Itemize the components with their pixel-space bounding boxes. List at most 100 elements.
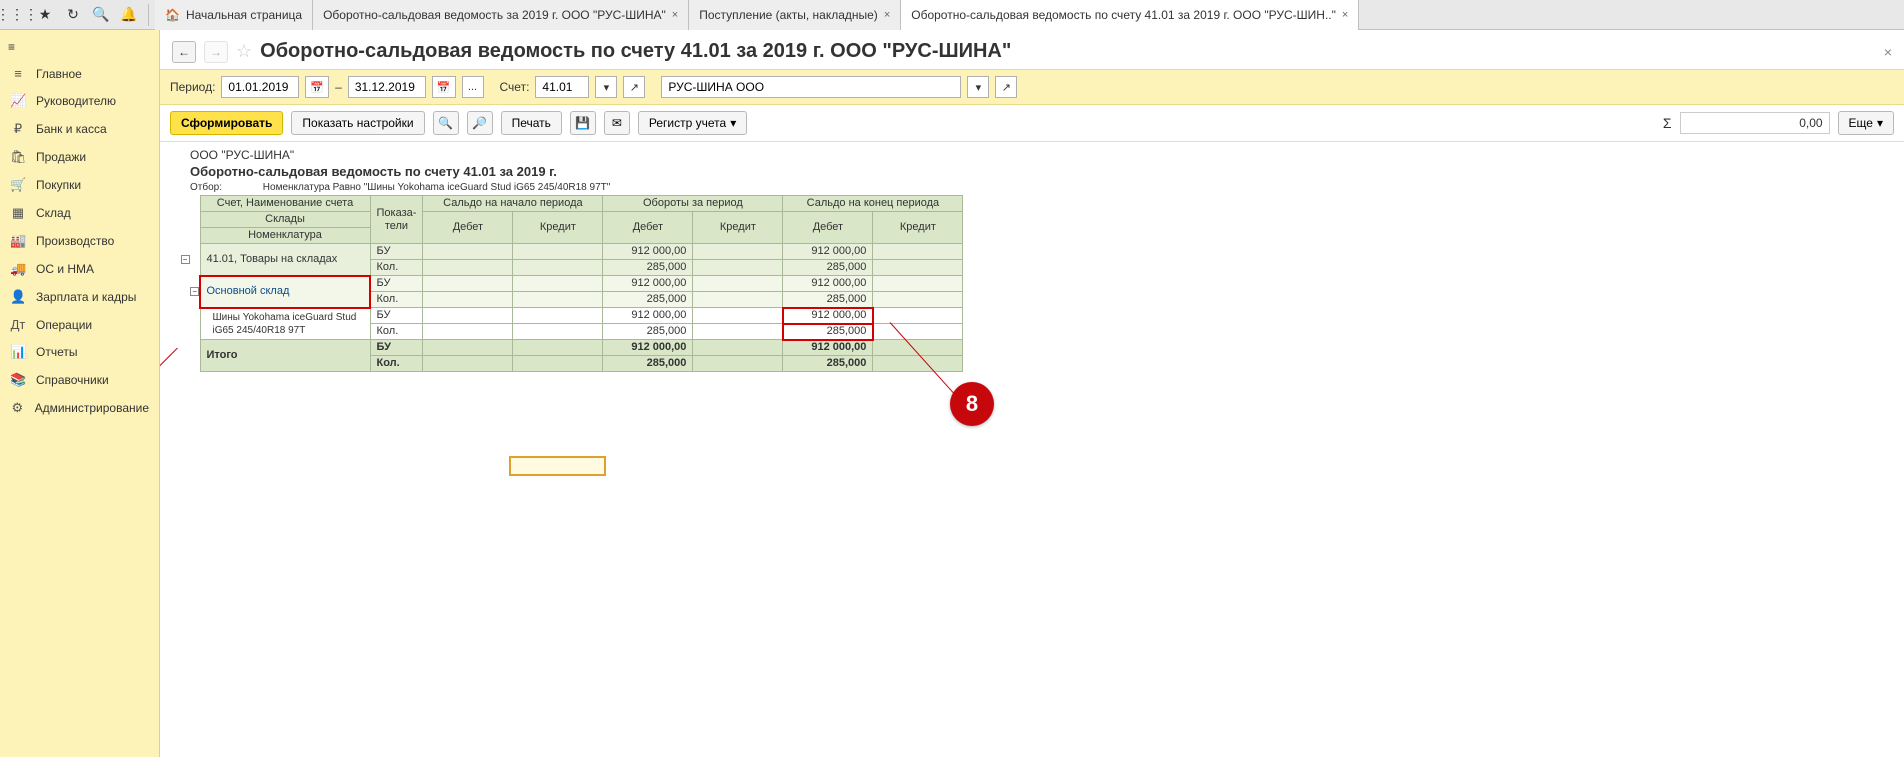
account-input[interactable]: [535, 76, 589, 98]
cell-qty: Кол.: [370, 324, 423, 340]
sidebar-item-manager[interactable]: 📈Руководителю: [0, 87, 159, 115]
tab-osv-4101[interactable]: Оборотно-сальдовая ведомость по счету 41…: [901, 0, 1359, 30]
sidebar-item-label: Операции: [36, 318, 92, 332]
close-icon[interactable]: ×: [1342, 9, 1348, 21]
sidebar-item-main[interactable]: ≡Главное: [0, 60, 159, 87]
row-4101-bu[interactable]: − 41.01, Товары на складах БУ 912 000,00…: [180, 244, 963, 260]
filter-label: Отбор:: [190, 182, 260, 193]
close-icon[interactable]: ×: [672, 9, 678, 21]
tab-osv-2019[interactable]: Оборотно-сальдовая ведомость за 2019 г. …: [313, 0, 689, 30]
period-picker-button[interactable]: ...: [462, 76, 484, 98]
sidebar-item-label: Продажи: [36, 150, 86, 164]
star-icon[interactable]: ★: [32, 2, 58, 28]
sum-sign: Σ: [1663, 115, 1672, 131]
org-input[interactable]: [661, 76, 961, 98]
sidebar-item-references[interactable]: 📚Справочники: [0, 366, 159, 394]
find-button[interactable]: 🔍: [433, 111, 459, 135]
close-page-icon[interactable]: ×: [1884, 44, 1892, 60]
bars-icon: 📊: [10, 344, 26, 360]
th-begin: Сальдо на начало периода: [423, 196, 603, 212]
tab-receipt[interactable]: Поступление (акты, накладные) ×: [689, 0, 901, 30]
bell-icon[interactable]: 🔔: [116, 2, 142, 28]
row-item-bu[interactable]: Шины Yokohama iceGuard Stud iG65 245/40R…: [180, 308, 963, 324]
tab-home[interactable]: 🏠 Начальная страница: [155, 0, 313, 30]
cell-val: 285,000: [603, 292, 693, 308]
cell-main-wh: Основной склад: [200, 276, 370, 308]
calendar-to-icon[interactable]: 📅: [432, 76, 456, 98]
sidebar-item-reports[interactable]: 📊Отчеты: [0, 338, 159, 366]
show-settings-button[interactable]: Показать настройки: [291, 111, 424, 135]
find-next-button[interactable]: 🔎: [467, 111, 493, 135]
more-button[interactable]: Еще ▾: [1838, 111, 1894, 135]
filter-bar: Период: 📅 – 📅 ... Счет: ▾ ↗ ▾ ↗: [160, 69, 1904, 105]
history-icon[interactable]: ↻: [60, 2, 86, 28]
sidebar-item-purchases[interactable]: 🛒Покупки: [0, 171, 159, 199]
register-button[interactable]: Регистр учета ▾: [638, 111, 747, 135]
th-debit1: Дебет: [423, 212, 513, 244]
sidebar-item-sales[interactable]: 🛍 Продажи: [0, 143, 159, 171]
print-button[interactable]: Печать: [501, 111, 562, 135]
collapse-icon[interactable]: −: [190, 287, 199, 296]
date-to-input[interactable]: [348, 76, 426, 98]
report-table: Счет, Наименование счета Показа- тели Са…: [180, 195, 963, 372]
show-settings-label: Показать настройки: [302, 116, 413, 130]
sidebar-item-label: Справочники: [36, 373, 109, 387]
th-credit1: Кредит: [513, 212, 603, 244]
cell-val: 285,000: [783, 292, 873, 308]
cell-val: 912 000,00: [783, 244, 873, 260]
cell-qty: Кол.: [370, 260, 423, 276]
layout: ≡ ≡Главное 📈Руководителю ₽Банк и касса 🛍…: [0, 30, 1904, 757]
cell-val: 285,000: [783, 260, 873, 276]
forward-button[interactable]: →: [204, 41, 228, 63]
sidebar-item-assets[interactable]: 🚚ОС и НМА: [0, 255, 159, 283]
back-button[interactable]: ←: [172, 41, 196, 63]
search-icon[interactable]: 🔍: [88, 2, 114, 28]
user-icon: 👤: [10, 289, 26, 305]
print-label: Печать: [512, 116, 551, 130]
cell-bu: БУ: [370, 276, 423, 292]
mail-button[interactable]: ✉: [604, 111, 630, 135]
dash: –: [335, 80, 342, 94]
collapse-icon[interactable]: −: [181, 255, 190, 264]
sidebar-item-salary[interactable]: 👤Зарплата и кадры: [0, 283, 159, 311]
register-label: Регистр учета: [649, 116, 726, 130]
sidebar-item-operations[interactable]: ДтОперации: [0, 311, 159, 338]
sidebar: ≡ ≡Главное 📈Руководителю ₽Банк и касса 🛍…: [0, 30, 160, 757]
callout-line-9: [160, 348, 178, 398]
page-title: Оборотно-сальдовая ведомость по счету 41…: [260, 40, 1011, 63]
sidebar-item-production[interactable]: 🏭Производство: [0, 227, 159, 255]
report-header: ООО "РУС-ШИНА" Оборотно-сальдовая ведомо…: [170, 142, 1904, 195]
tab-label: Поступление (акты, накладные): [699, 8, 878, 22]
date-from-input[interactable]: [221, 76, 299, 98]
form-button[interactable]: Сформировать: [170, 111, 283, 135]
th-acct: Счет, Наименование счета: [200, 196, 370, 212]
cart-icon: 🛒: [10, 177, 26, 193]
cell-val: 912 000,00: [603, 308, 693, 324]
row-main-wh-bu[interactable]: − Основной склад БУ 912 000,00 912 000,0…: [180, 276, 963, 292]
more-label: Еще: [1849, 116, 1873, 130]
menu-button[interactable]: ≡: [0, 34, 159, 60]
th-debit3: Дебет: [783, 212, 873, 244]
report-org: ООО "РУС-ШИНА": [190, 148, 1904, 162]
account-dropdown-icon[interactable]: ▾: [595, 76, 617, 98]
account-open-icon[interactable]: ↗: [623, 76, 645, 98]
report-area: ООО "РУС-ШИНА" Оборотно-сальдовая ведомо…: [160, 142, 1904, 757]
cell-bu: БУ: [370, 340, 423, 356]
close-icon[interactable]: ×: [884, 9, 890, 21]
apps-icon[interactable]: ⋮⋮⋮: [4, 2, 30, 28]
sidebar-item-label: Склад: [36, 206, 71, 220]
sidebar-item-admin[interactable]: ⚙Администрирование: [0, 394, 159, 422]
calendar-from-icon[interactable]: 📅: [305, 76, 329, 98]
cell-val: 912 000,00: [603, 244, 693, 260]
sidebar-item-label: Производство: [36, 234, 114, 248]
favorite-icon[interactable]: ☆: [236, 41, 252, 62]
cell-val: 912 000,00: [603, 276, 693, 292]
report-title: Оборотно-сальдовая ведомость по счету 41…: [190, 164, 1904, 179]
org-open-icon[interactable]: ↗: [995, 76, 1017, 98]
sidebar-item-bank[interactable]: ₽Банк и касса: [0, 115, 159, 143]
org-dropdown-icon[interactable]: ▾: [967, 76, 989, 98]
sidebar-item-warehouse[interactable]: ▦Склад: [0, 199, 159, 227]
save-button[interactable]: 💾: [570, 111, 596, 135]
bag-icon: 🛍: [10, 149, 26, 165]
th-end: Сальдо на конец периода: [783, 196, 963, 212]
